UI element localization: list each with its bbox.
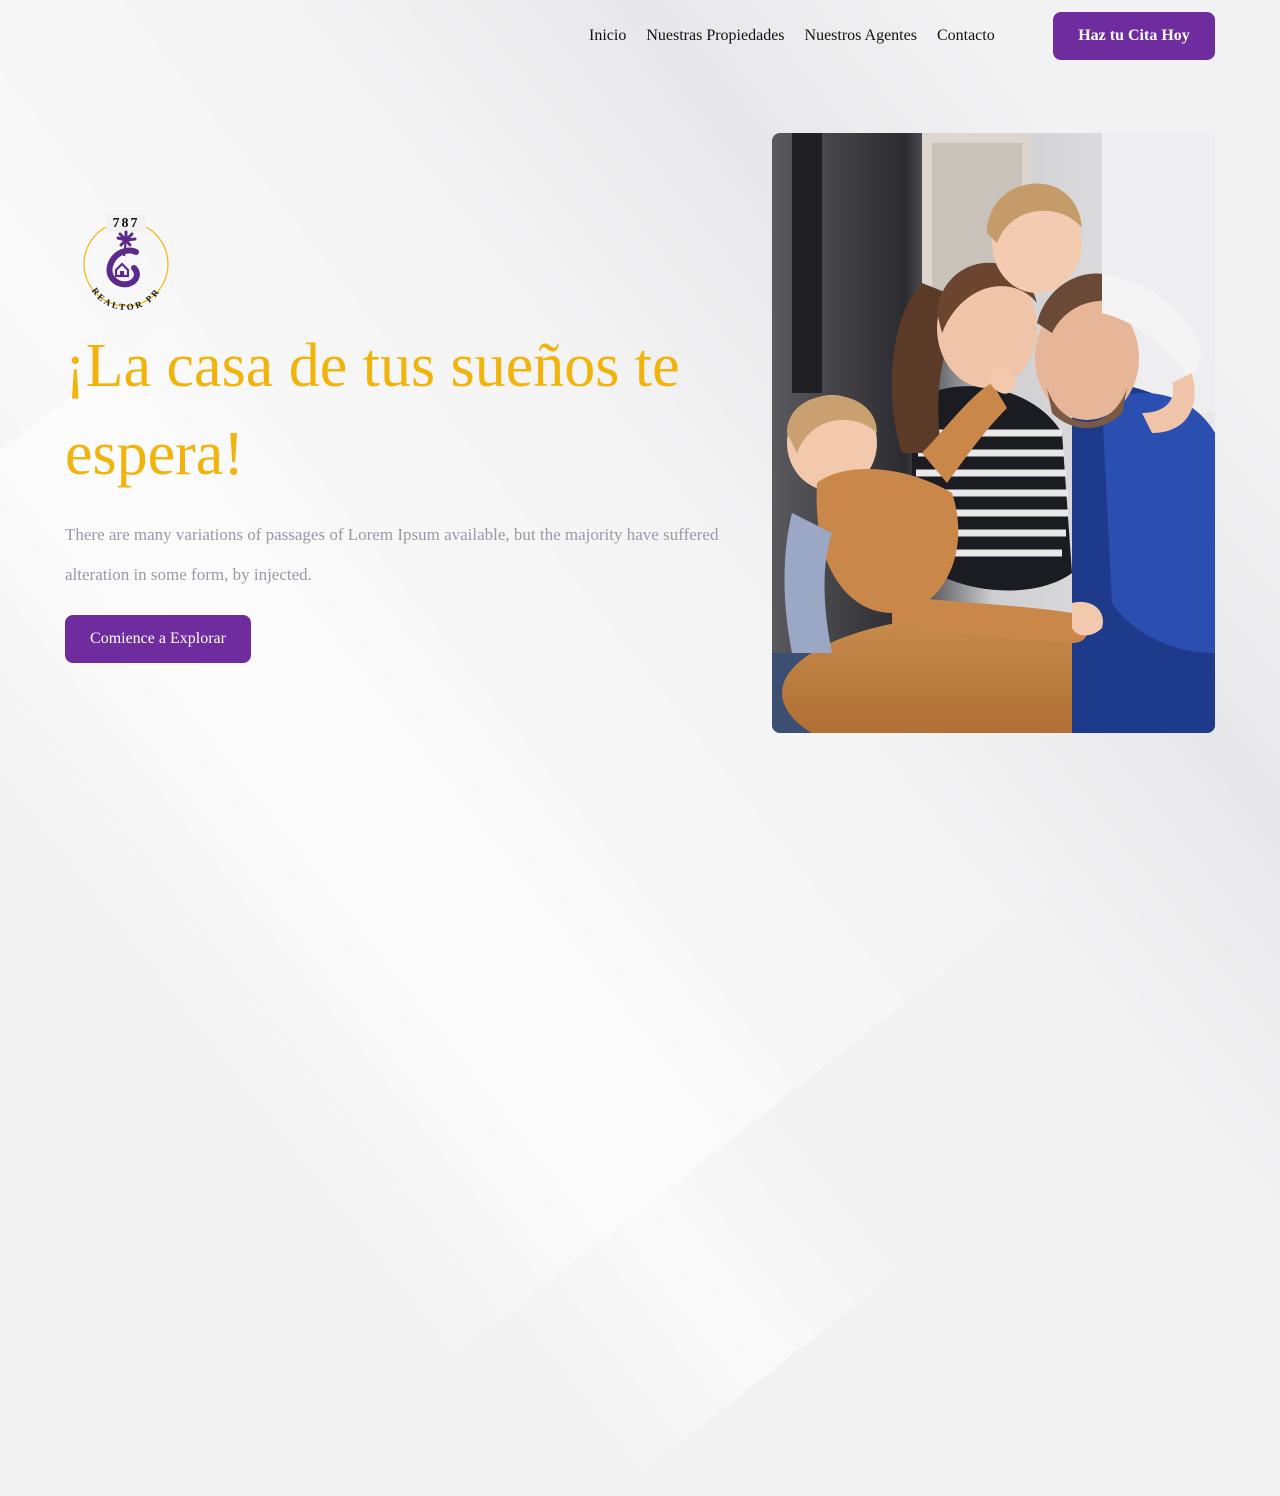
nav-link-propiedades[interactable]: Nuestras Propiedades xyxy=(646,27,784,45)
hero-title: ¡La casa de tus sueños te espera! xyxy=(65,332,680,488)
explore-button[interactable]: Comience a Explorar xyxy=(65,615,251,663)
logo-brand-text: REALTOR PR xyxy=(90,286,160,313)
nav-links: Inicio Nuestras Propiedades Nuestros Age… xyxy=(589,12,995,60)
nav-link-agentes[interactable]: Nuestros Agentes xyxy=(805,27,917,45)
nav-link-contacto[interactable]: Contacto xyxy=(937,27,995,45)
family-photo-image xyxy=(772,133,1215,733)
logo-mark-icon: 787 REALTOR PR xyxy=(83,214,169,312)
nav-link-inicio[interactable]: Inicio xyxy=(589,27,626,45)
top-navigation: Inicio Nuestras Propiedades Nuestros Age… xyxy=(0,12,1280,60)
logo-number: 787 xyxy=(113,216,140,231)
appointment-button[interactable]: Haz tu Cita Hoy xyxy=(1053,12,1215,60)
brand-logo[interactable]: 787 REALTOR PR xyxy=(76,212,176,312)
family-photo xyxy=(772,133,1215,733)
svg-text:REALTOR PR: REALTOR PR xyxy=(90,286,162,312)
hero-description: There are many variations of passages of… xyxy=(65,525,719,584)
